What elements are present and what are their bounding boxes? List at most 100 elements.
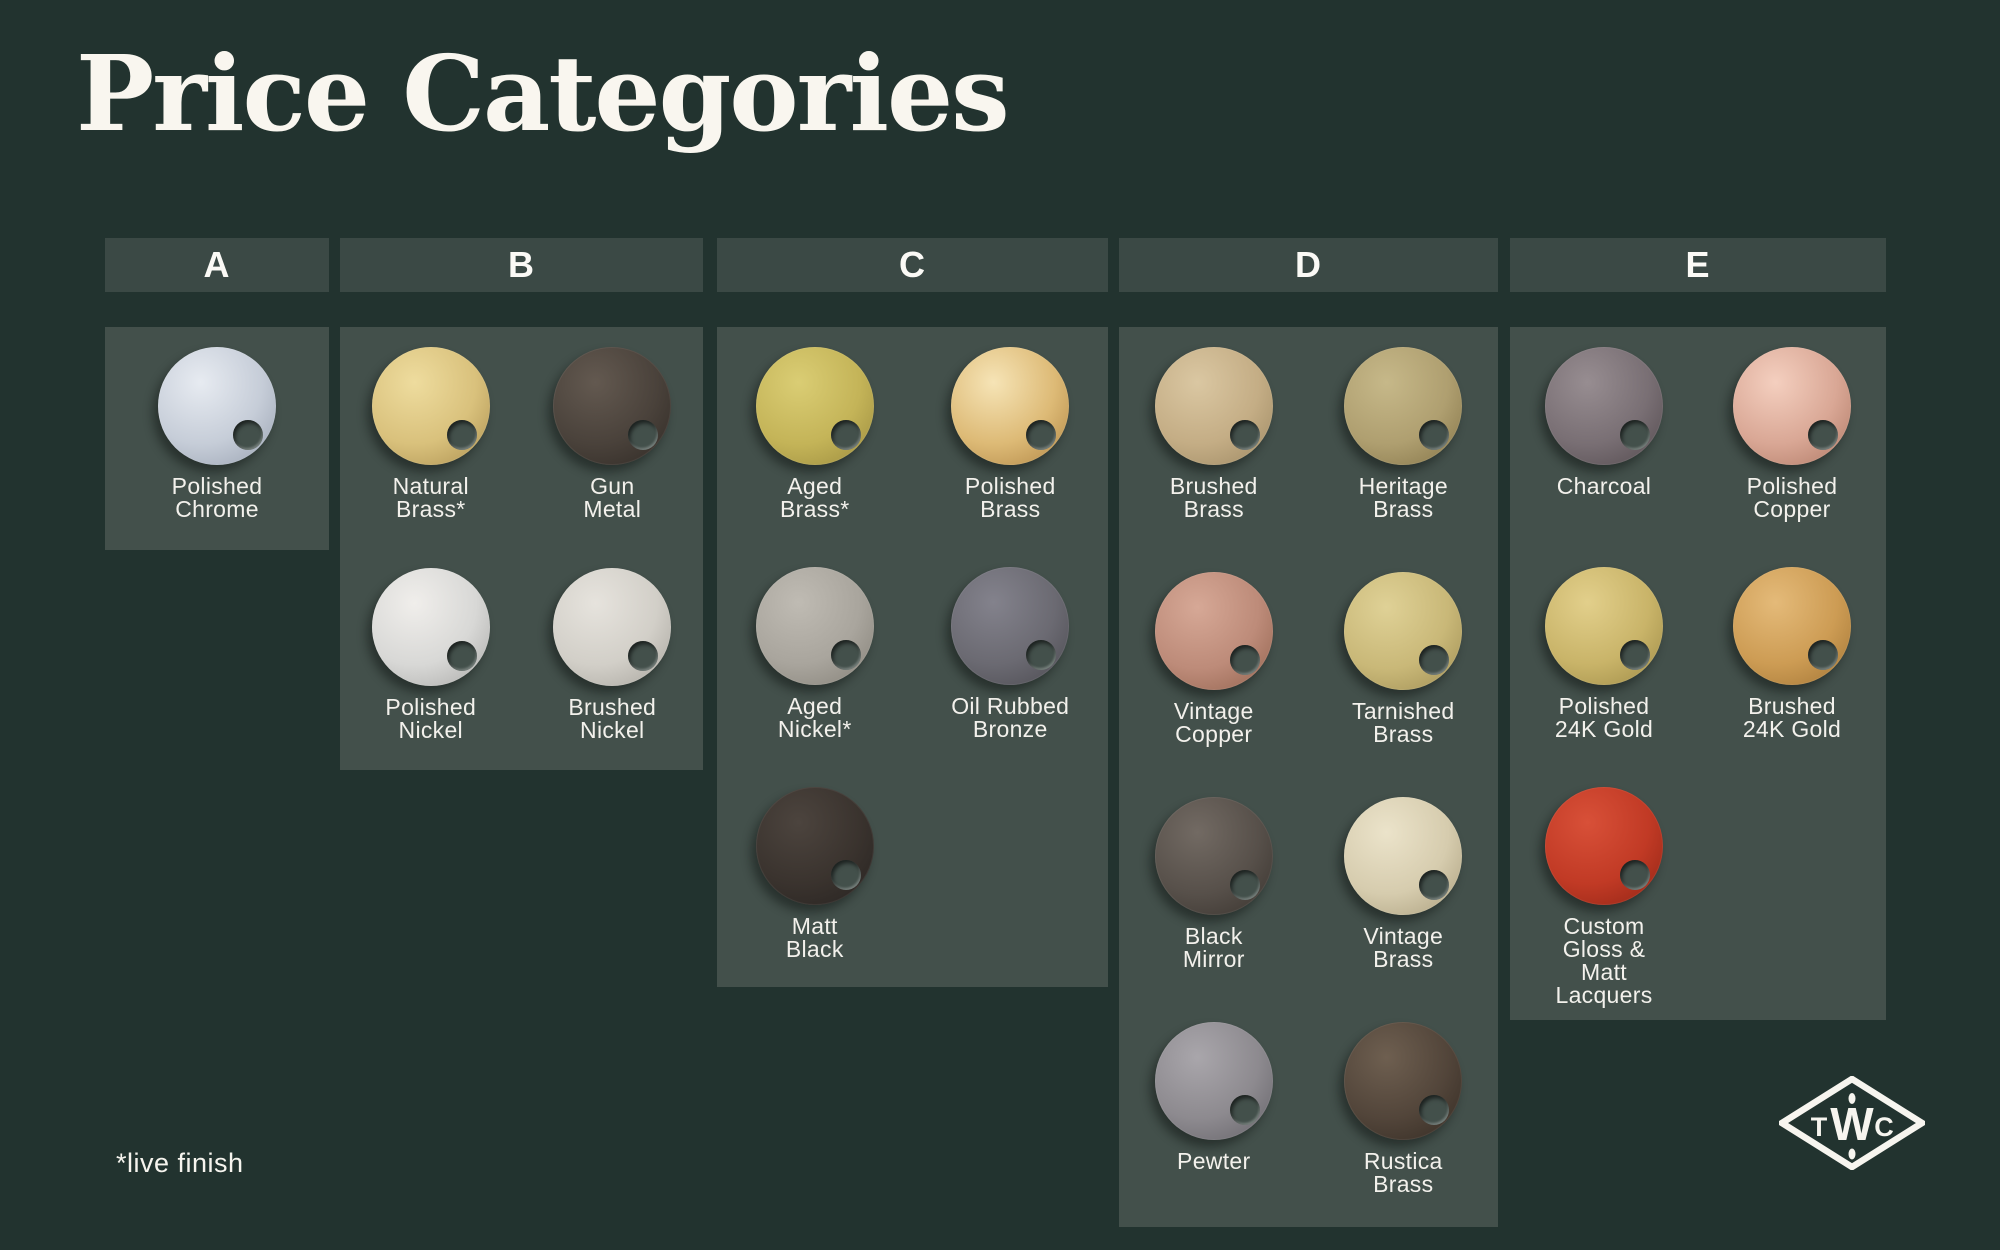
finish-label-brushed-brass: BrushedBrass [1170, 475, 1258, 521]
logo-bottom-teardrop [1849, 1149, 1856, 1160]
swatch-hole [1230, 1095, 1260, 1125]
finish-label-brushed-24k-gold: Brushed24K Gold [1743, 695, 1841, 741]
swatch-hole [1419, 870, 1449, 900]
finish-swatch-natural-brass [372, 347, 490, 465]
finish-label-rustica-brass: RusticaBrass [1364, 1150, 1443, 1196]
finish-cell-heritage-brass: HeritageBrass [1309, 327, 1499, 552]
logo-letter-c: C [1874, 1112, 1894, 1142]
finish-cell-polished-brass: PolishedBrass [913, 327, 1109, 547]
finish-cell-tarnished-brass: TarnishedBrass [1309, 552, 1499, 777]
swatch-hole [1230, 870, 1260, 900]
twc-logo: T W C [1779, 1076, 1925, 1170]
finish-swatch-brushed-brass [1155, 347, 1273, 465]
finish-swatch-charcoal [1545, 347, 1663, 465]
swatch-hole [1620, 640, 1650, 670]
finish-swatch-polished-nickel [372, 568, 490, 686]
finish-swatch-black-mirror [1155, 797, 1273, 915]
finish-label-aged-nickel: AgedNickel* [778, 695, 852, 741]
finish-swatch-oil-rubbed-bronze [951, 567, 1069, 685]
finish-swatch-polished-copper [1733, 347, 1851, 465]
finish-label-tarnished-brass: TarnishedBrass [1352, 700, 1454, 746]
swatch-hole [447, 641, 477, 671]
swatch-hole [628, 641, 658, 671]
finish-swatch-rustica-brass [1344, 1022, 1462, 1140]
swatch-hole [628, 420, 658, 450]
finish-label-gun-metal: GunMetal [583, 475, 641, 521]
price-categories-infographic: Price Categories APolishedChromeBNatural… [0, 0, 2000, 1250]
finish-label-polished-nickel: PolishedNickel [385, 696, 476, 742]
finish-swatch-aged-nickel [756, 567, 874, 685]
finish-cell-pewter: Pewter [1119, 1002, 1309, 1227]
finish-swatch-heritage-brass [1344, 347, 1462, 465]
finish-cell-vintage-copper: VintageCopper [1119, 552, 1309, 777]
finish-cell-polished-24k-gold: Polished24K Gold [1510, 547, 1698, 767]
category-header-e: E [1510, 238, 1886, 292]
category-column-c: CAgedBrass*PolishedBrassAgedNickel*Oil R… [717, 238, 1108, 987]
swatch-hole [1419, 1095, 1449, 1125]
finish-cell-aged-nickel: AgedNickel* [717, 547, 913, 767]
finish-cell-brushed-nickel: BrushedNickel [522, 548, 704, 769]
finish-swatch-gun-metal [553, 347, 671, 465]
category-panel-b: NaturalBrass* GunMetal PolishedNickel Brush… [340, 327, 703, 770]
logo-letter-t: T [1811, 1112, 1828, 1142]
finish-label-oil-rubbed-bronze: Oil RubbedBronze [951, 695, 1069, 741]
finish-cell-oil-rubbed-bronze: Oil RubbedBronze [913, 547, 1109, 767]
category-header-a: A [105, 238, 329, 292]
finish-label-brushed-nickel: BrushedNickel [568, 696, 656, 742]
finish-label-heritage-brass: HeritageBrass [1359, 475, 1448, 521]
category-panel-e: Charcoal PolishedCopper Polished24K Gold Br… [1510, 327, 1886, 1020]
swatch-hole [1026, 640, 1056, 670]
swatch-hole [831, 640, 861, 670]
finish-swatch-polished-brass [951, 347, 1069, 465]
finish-label-black-mirror: BlackMirror [1183, 925, 1245, 971]
finish-label-aged-brass: AgedBrass* [780, 475, 850, 521]
finish-swatch-polished-24k-gold [1545, 567, 1663, 685]
finish-label-polished-chrome: PolishedChrome [172, 475, 263, 521]
finish-label-charcoal: Charcoal [1557, 475, 1651, 498]
finish-swatch-aged-brass [756, 347, 874, 465]
finish-swatch-brushed-nickel [553, 568, 671, 686]
category-column-d: D BrushedBrass HeritageBrass VintageCopper T… [1119, 238, 1498, 1227]
finish-label-pewter: Pewter [1177, 1150, 1250, 1173]
finish-cell-charcoal: Charcoal [1510, 327, 1698, 547]
swatch-hole [1419, 420, 1449, 450]
finish-cell-rustica-brass: RusticaBrass [1309, 1002, 1499, 1227]
live-finish-footnote: *live finish [116, 1148, 244, 1179]
page-title: Price Categories [76, 42, 1008, 146]
finish-label-vintage-brass: VintageBrass [1363, 925, 1443, 971]
finish-cell-gun-metal: GunMetal [522, 327, 704, 548]
swatch-hole [447, 420, 477, 450]
swatch-hole [1620, 420, 1650, 450]
category-panel-c: AgedBrass* PolishedBrass AgedNickel* Oil Ru… [717, 327, 1108, 987]
finish-label-polished-copper: PolishedCopper [1747, 475, 1838, 521]
finish-cell-natural-brass: NaturalBrass* [340, 327, 522, 548]
finish-swatch-vintage-brass [1344, 797, 1462, 915]
finish-label-custom-gloss-matt-lacquers: CustomGloss &MattLacquers [1555, 915, 1652, 1007]
finish-swatch-matt-black [756, 787, 874, 905]
finish-cell-brushed-24k-gold: Brushed24K Gold [1698, 547, 1886, 767]
finish-swatch-polished-chrome [158, 347, 276, 465]
finish-swatch-brushed-24k-gold [1733, 567, 1851, 685]
logo-letter-w: W [1830, 1098, 1874, 1150]
finish-cell-polished-chrome: PolishedChrome [105, 327, 329, 547]
swatch-hole [1230, 420, 1260, 450]
finish-cell-custom-gloss-matt-lacquers: CustomGloss &MattLacquers [1510, 767, 1698, 1020]
swatch-hole [1230, 645, 1260, 675]
finish-swatch-tarnished-brass [1344, 572, 1462, 690]
category-panel-d: BrushedBrass HeritageBrass VintageCopper Ta… [1119, 327, 1498, 1227]
finish-cell-brushed-brass: BrushedBrass [1119, 327, 1309, 552]
finish-cell-vintage-brass: VintageBrass [1309, 777, 1499, 1002]
finish-label-natural-brass: NaturalBrass* [393, 475, 469, 521]
swatch-hole [831, 420, 861, 450]
finish-label-polished-brass: PolishedBrass [965, 475, 1056, 521]
category-panel-a: PolishedChrome [105, 327, 329, 550]
category-column-a: A PolishedChrome [105, 238, 329, 550]
finish-cell-matt-black: MattBlack [717, 767, 913, 987]
finish-label-polished-24k-gold: Polished24K Gold [1555, 695, 1653, 741]
category-header-d: D [1119, 238, 1498, 292]
finish-swatch-vintage-copper [1155, 572, 1273, 690]
finish-swatch-custom-gloss-matt-lacquers [1545, 787, 1663, 905]
finish-cell-black-mirror: BlackMirror [1119, 777, 1309, 1002]
finish-cell-aged-brass: AgedBrass* [717, 327, 913, 547]
finish-cell-polished-nickel: PolishedNickel [340, 548, 522, 769]
